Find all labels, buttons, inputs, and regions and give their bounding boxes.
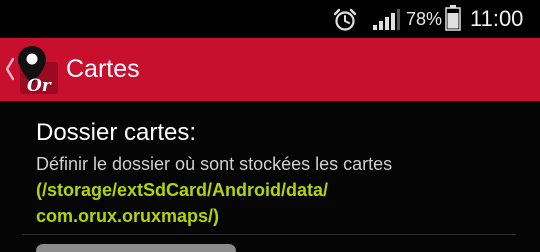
battery-icon <box>445 5 461 31</box>
preference-summary: Définir le dossier où sont stockées les … <box>36 154 393 174</box>
alarm-icon <box>333 8 357 31</box>
next-preference-item-partial[interactable] <box>36 244 256 252</box>
action-bar-up-button[interactable]: Or Cartes <box>0 38 540 101</box>
oruxmaps-logo-icon: Or <box>18 46 58 96</box>
list-divider <box>22 234 516 235</box>
battery-percentage: 78% <box>406 9 443 29</box>
svg-text:Or: Or <box>27 76 52 96</box>
map-folder-preference[interactable]: Dossier cartes: Définir le dossier où so… <box>0 101 540 241</box>
partial-text-placeholder <box>36 244 236 252</box>
signal-icon <box>373 9 400 30</box>
preference-path-value: (/storage/extSdCard/Android/data/ com.or… <box>36 180 329 226</box>
preference-title: Dossier cartes: <box>36 119 197 146</box>
clock: 11:00 <box>470 6 524 31</box>
status-bar: 78% 11:00 <box>0 0 540 38</box>
screen: 78% 11:00 Or Cartes Dossier cartes: Défi… <box>0 0 540 252</box>
screen-title: Cartes <box>66 55 140 83</box>
